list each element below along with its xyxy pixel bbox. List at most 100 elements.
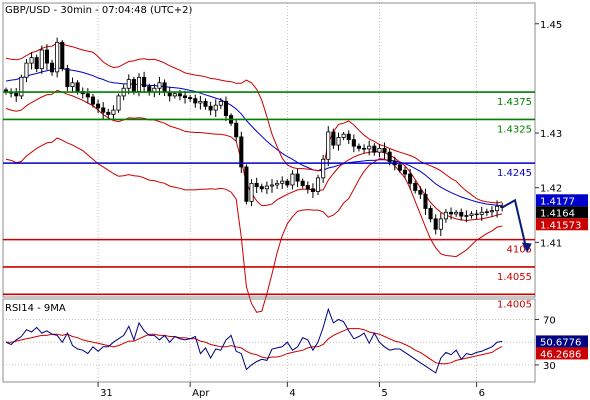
candle-body — [101, 107, 106, 113]
candle-body — [218, 100, 223, 106]
candle-body — [75, 82, 80, 92]
candle-body — [116, 95, 121, 111]
price-badge-label: 1.4164 — [540, 208, 575, 219]
price-level-label: 1.4325 — [497, 124, 532, 135]
candle-body — [177, 93, 182, 97]
price-chart-title: GBP/USD - 30min - 07:04:48 (UTC+2) — [5, 5, 192, 16]
candle-body — [90, 96, 95, 105]
candle-body — [264, 185, 269, 190]
rsi-chart-title: RSI14 - 9MA — [5, 303, 66, 314]
candle-body — [290, 173, 295, 186]
candle-body — [387, 151, 392, 162]
candle-body — [316, 177, 321, 192]
rsi-y-tick-label: 70 — [543, 315, 556, 326]
candle-body — [310, 188, 315, 192]
candle-body — [157, 82, 162, 89]
candle-body — [39, 49, 44, 69]
candle-body — [454, 211, 459, 215]
candle-body — [208, 105, 213, 111]
price-level-label: 1.4005 — [497, 299, 532, 310]
candle-body — [331, 131, 336, 146]
candle-body — [408, 173, 413, 184]
candle-body — [449, 211, 454, 215]
candle-body — [362, 147, 367, 150]
price-badge-label: 1.4177 — [540, 196, 575, 207]
candle-body — [269, 184, 275, 187]
rsi-y-tick-label: 30 — [543, 361, 556, 372]
candle-body — [254, 182, 259, 188]
price-y-tick-label: 1.43 — [540, 129, 562, 140]
price-level-label: 1.4375 — [497, 97, 532, 108]
candle-body — [111, 109, 116, 115]
candle-body — [142, 76, 147, 88]
candle-body — [106, 111, 111, 115]
candle-body — [397, 164, 402, 171]
candle-body — [418, 190, 423, 195]
candle-body — [377, 147, 382, 153]
x-tick-label: 6 — [479, 388, 485, 399]
candle-body — [341, 133, 346, 138]
candle-body — [188, 97, 193, 100]
candle-body — [65, 68, 70, 88]
candle-body — [198, 100, 203, 104]
chart-background — [0, 0, 590, 400]
candle-body — [19, 76, 24, 97]
candle-body — [321, 158, 326, 179]
rsi-badge-label: 46.2686 — [540, 349, 581, 360]
candle-body — [285, 180, 290, 186]
candle-body — [428, 208, 433, 220]
candle-body — [479, 211, 484, 215]
candle-body — [346, 133, 351, 141]
candle-body — [495, 205, 500, 212]
candle-body — [126, 79, 131, 89]
candle-body — [24, 62, 29, 78]
candle-body — [70, 82, 75, 88]
x-tick-label: 31 — [100, 388, 113, 399]
candle-body — [213, 104, 218, 111]
price-y-tick-label: 1.45 — [540, 20, 562, 31]
candle-body — [469, 213, 474, 216]
price-level-label: 1.4245 — [497, 168, 532, 179]
candle-body — [162, 82, 167, 93]
candle-body — [275, 182, 280, 186]
candle-body — [372, 145, 377, 153]
candle-body — [172, 93, 177, 97]
candle-body — [244, 166, 249, 202]
candle-body — [356, 145, 361, 149]
rsi-badge-label: 50.6776 — [540, 337, 581, 348]
candle-body — [367, 145, 372, 150]
candle-body — [136, 76, 142, 92]
candle-body — [234, 122, 239, 138]
price-level-label: 1.4055 — [497, 272, 532, 283]
price-y-tick-label: 1.42 — [540, 184, 562, 195]
candle-body — [305, 185, 310, 190]
candle-body — [280, 180, 285, 184]
candle-body — [85, 93, 90, 98]
x-tick-label: 4 — [289, 388, 295, 399]
candle-body — [96, 103, 101, 109]
candle-body — [438, 218, 443, 230]
candle-body — [474, 213, 479, 216]
candle-body — [183, 95, 188, 98]
chart-canvas: GBP/USD - 30min - 07:04:48 (UTC+2) 1.45 1… — [0, 0, 590, 400]
candle-body — [402, 169, 408, 175]
candle-body — [147, 86, 152, 93]
candle-body — [300, 180, 305, 186]
candle-body — [295, 173, 300, 182]
candle-body — [223, 100, 228, 116]
candle-body — [193, 98, 198, 104]
candle-body — [413, 182, 418, 191]
candle-body — [443, 211, 448, 220]
candle-body — [464, 215, 469, 217]
candle-body — [249, 182, 254, 202]
candle-body — [203, 100, 208, 107]
candle-body — [326, 131, 331, 160]
candle-body — [50, 62, 55, 73]
candle-body — [34, 57, 39, 69]
candle-body — [44, 49, 49, 64]
candle-body — [423, 193, 428, 209]
candle-body — [29, 57, 34, 64]
candle-body — [382, 147, 387, 153]
price-badge-label: 1.41573 — [540, 220, 581, 231]
candle-body — [14, 92, 19, 97]
